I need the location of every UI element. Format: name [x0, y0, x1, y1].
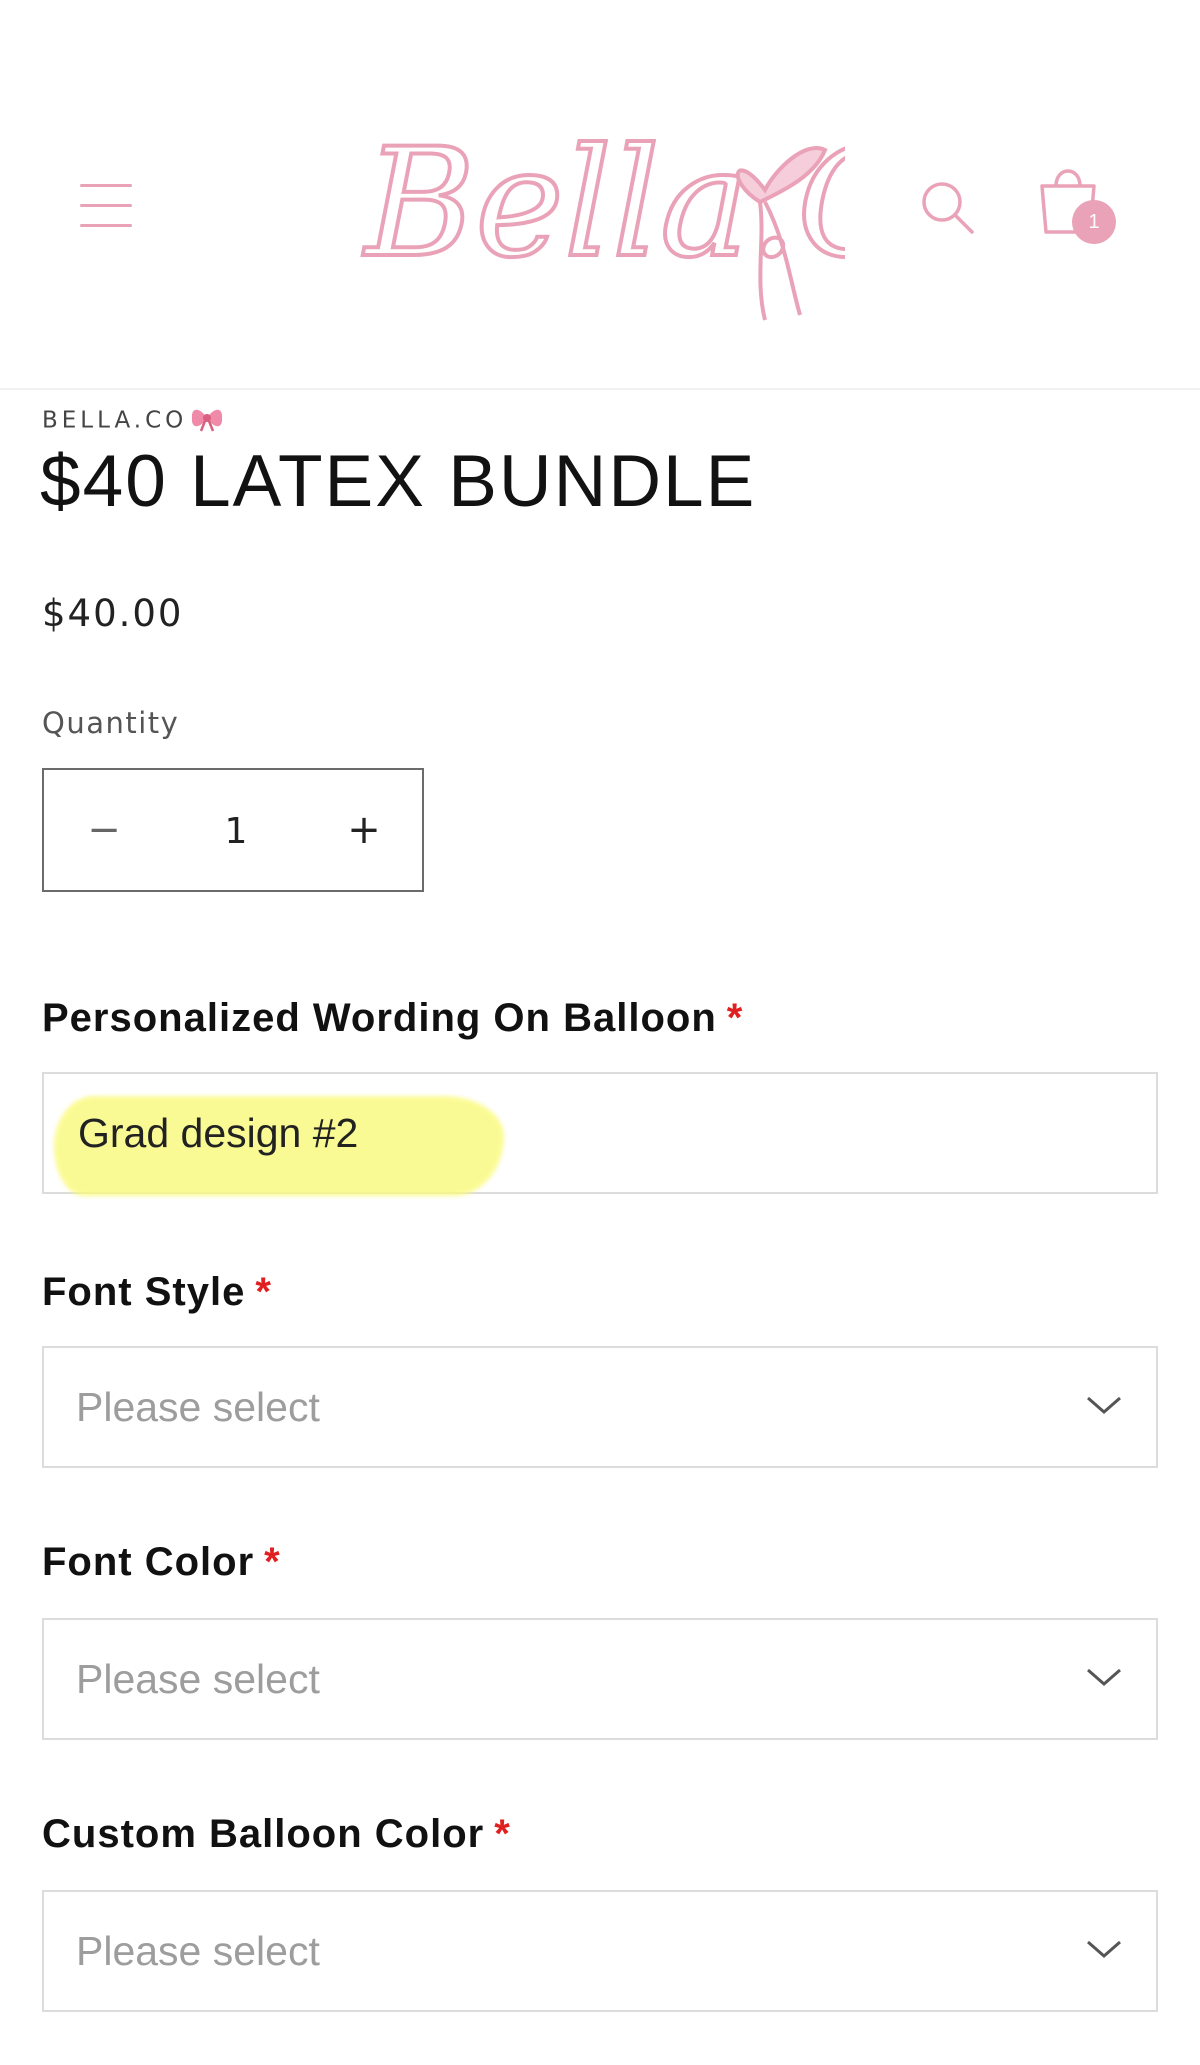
- quantity-input[interactable]: [174, 790, 298, 872]
- wording-input[interactable]: [44, 1074, 1156, 1192]
- balloon-color-placeholder: Please select: [76, 1928, 320, 1974]
- required-marker: *: [726, 996, 744, 1040]
- menu-icon-bar-top: [80, 184, 132, 187]
- wording-field: [42, 1072, 1158, 1196]
- chevron-down-icon: [1087, 1668, 1121, 1686]
- cart-button[interactable]: 1: [1036, 158, 1120, 250]
- balloon-color-label: Custom Balloon Color *: [42, 1812, 511, 1857]
- bow-emoji-icon: [189, 404, 225, 438]
- chevron-down-icon: [1087, 1940, 1121, 1958]
- required-marker: *: [255, 1270, 272, 1314]
- wording-label-text: Personalized Wording On Balloon: [42, 996, 717, 1040]
- search-button[interactable]: [918, 178, 978, 238]
- bella-co-logo: Bella.Co: [360, 115, 1004, 321]
- chevron-down-icon: [1087, 1396, 1121, 1414]
- wording-label: Personalized Wording On Balloon *: [42, 996, 743, 1041]
- menu-icon-bar-middle: [80, 204, 132, 207]
- product-title: $40 LATEX BUNDLE: [40, 441, 757, 522]
- menu-button[interactable]: [78, 180, 134, 230]
- quantity-decrease-button[interactable]: −: [54, 770, 154, 890]
- quantity-label: Quantity: [42, 706, 180, 740]
- font-style-label: Font Style *: [42, 1270, 272, 1315]
- font-style-placeholder: Please select: [76, 1384, 320, 1430]
- product-vendor: BELLA.CO: [42, 404, 225, 438]
- logo-link[interactable]: Bella.Co: [345, 80, 1004, 340]
- quantity-increase-button[interactable]: +: [314, 770, 414, 890]
- font-style-select[interactable]: Please select: [42, 1346, 1158, 1468]
- logo-text: Bella.Co: [362, 117, 845, 291]
- font-color-label-text: Font Color: [42, 1540, 255, 1584]
- vendor-text: BELLA.CO: [42, 407, 188, 434]
- quantity-stepper: − +: [42, 768, 424, 892]
- product-price: $40.00: [42, 592, 184, 635]
- menu-icon-bar-bottom: [80, 224, 132, 227]
- font-style-label-text: Font Style: [42, 1270, 246, 1314]
- search-icon: [922, 182, 974, 234]
- cart-count-badge: 1: [1072, 200, 1116, 244]
- balloon-color-select[interactable]: Please select: [42, 1890, 1158, 2012]
- site-header: Bella.Co 1: [0, 0, 1200, 390]
- required-marker: *: [264, 1540, 281, 1584]
- required-marker: *: [494, 1812, 511, 1856]
- font-color-label: Font Color *: [42, 1540, 281, 1585]
- font-color-placeholder: Please select: [76, 1656, 320, 1702]
- balloon-color-label-text: Custom Balloon Color: [42, 1812, 485, 1856]
- font-color-select[interactable]: Please select: [42, 1618, 1158, 1740]
